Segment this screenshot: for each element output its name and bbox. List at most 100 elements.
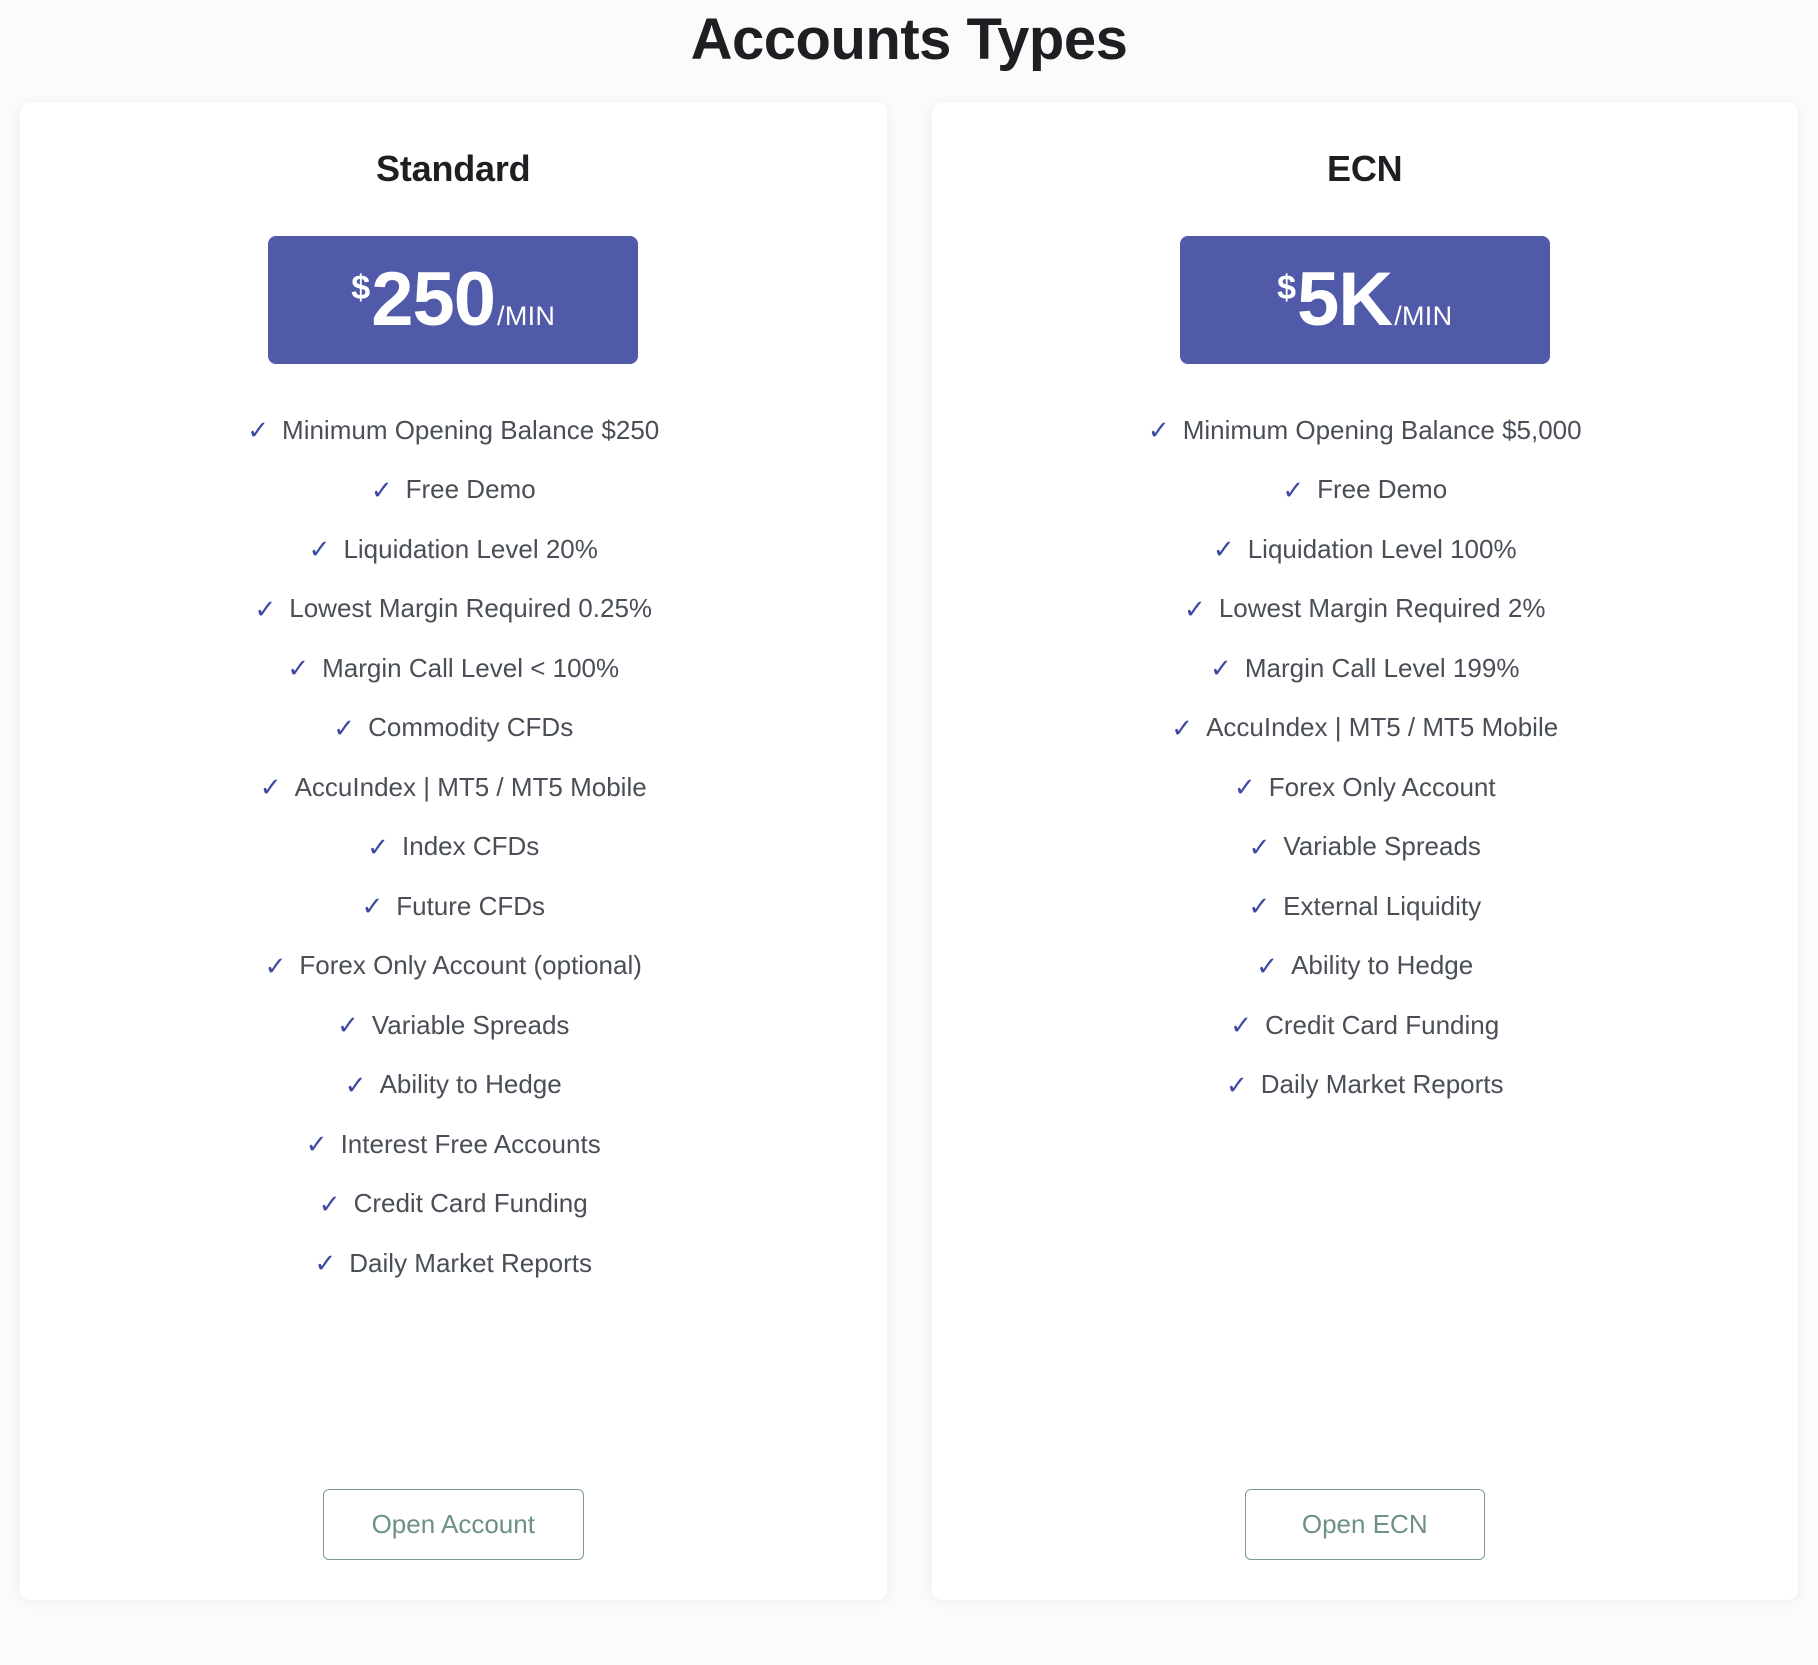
list-item: ✓ Future CFDs	[46, 876, 861, 936]
feature-label: Interest Free Accounts	[340, 1128, 601, 1159]
check-icon: ✓	[333, 712, 356, 743]
feature-label: Credit Card Funding	[1265, 1009, 1500, 1040]
check-icon: ✓	[1210, 653, 1232, 684]
check-icon: ✓	[367, 831, 390, 862]
list-item: ✓ Daily Market Reports	[958, 1055, 1773, 1115]
list-item: ✓ Ability to Hedge	[958, 936, 1773, 996]
price-currency-symbol: $	[1277, 269, 1297, 308]
list-item: ✓ Margin Call Level < 100%	[46, 638, 861, 698]
check-icon: ✓	[337, 1010, 359, 1041]
price-standard: $ 250 /MIN	[351, 262, 555, 338]
open-ecn-button[interactable]: Open ECN	[1244, 1489, 1485, 1561]
feature-list-standard: ✓ Minimum Opening Balance $250 ✓ Free De…	[46, 400, 861, 1293]
list-item: ✓ Liquidation Level 100%	[958, 519, 1773, 579]
pricing-cards-row: Standard $ 250 /MIN ✓ Minimum Opening Ba…	[0, 102, 1818, 1601]
price-badge-ecn: $ 5K /MIN	[1179, 236, 1550, 365]
feature-label: Commodity CFDs	[368, 712, 574, 743]
card-title-standard: Standard	[376, 148, 531, 190]
list-item: ✓ External Liquidity	[958, 876, 1773, 936]
check-icon: ✓	[370, 474, 393, 505]
check-icon: ✓	[1248, 891, 1271, 922]
list-item: ✓ Forex Only Account (optional)	[46, 936, 861, 996]
feature-label: External Liquidity	[1283, 890, 1482, 921]
feature-list-ecn: ✓ Minimum Opening Balance $5,000 ✓ Free …	[958, 400, 1773, 1114]
feature-label: Free Demo	[1317, 474, 1448, 505]
feature-label: Liquidation Level 100%	[1247, 533, 1517, 564]
feature-label: AccuIndex | MT5 / MT5 Mobile	[294, 771, 647, 802]
list-item: ✓ Index CFDs	[46, 817, 861, 877]
feature-label: Lowest Margin Required 2%	[1218, 593, 1546, 624]
page-title: Accounts Types	[690, 7, 1128, 72]
accounts-types-page: Accounts Types Standard $ 250 /MIN ✓ Min…	[0, 0, 1818, 1665]
feature-label: Ability to Hedge	[379, 1069, 562, 1100]
check-icon: ✓	[344, 1069, 367, 1100]
list-item: ✓ Free Demo	[958, 460, 1773, 520]
price-amount: 250	[371, 257, 496, 343]
check-icon: ✓	[1225, 1069, 1248, 1100]
price-period: /MIN	[1394, 301, 1453, 332]
price-ecn: $ 5K /MIN	[1277, 262, 1452, 338]
feature-label: Margin Call Level 199%	[1244, 652, 1520, 683]
feature-label: Forex Only Account	[1268, 771, 1496, 802]
check-icon: ✓	[1171, 712, 1194, 743]
list-item: ✓ Liquidation Level 20%	[46, 519, 861, 579]
list-item: ✓ Ability to Hedge	[46, 1055, 861, 1115]
feature-label: Daily Market Reports	[1260, 1069, 1504, 1100]
feature-label: Liquidation Level 20%	[343, 533, 598, 564]
feature-label: Lowest Margin Required 0.25%	[289, 593, 653, 624]
feature-label: Future CFDs	[396, 890, 546, 921]
list-item: ✓ Lowest Margin Required 0.25%	[46, 579, 861, 639]
list-item: ✓ Minimum Opening Balance $5,000	[958, 400, 1773, 460]
check-icon: ✓	[1282, 474, 1305, 505]
pricing-card-ecn: ECN $ 5K /MIN ✓ Minimum Opening Balance …	[931, 102, 1798, 1601]
check-icon: ✓	[1230, 1010, 1253, 1041]
check-icon: ✓	[264, 950, 287, 981]
check-icon: ✓	[318, 1188, 341, 1219]
feature-label: Variable Spreads	[1283, 831, 1481, 862]
check-icon: ✓	[254, 593, 277, 624]
check-icon: ✓	[1233, 772, 1256, 803]
list-item: ✓ Daily Market Reports	[46, 1233, 861, 1293]
feature-label: Minimum Opening Balance $250	[282, 414, 660, 445]
card-title-ecn: ECN	[1327, 148, 1403, 190]
check-icon: ✓	[305, 1129, 328, 1160]
check-icon: ✓	[1184, 593, 1206, 624]
feature-label: Daily Market Reports	[349, 1247, 593, 1278]
price-badge-standard: $ 250 /MIN	[268, 236, 639, 365]
list-item: ✓ AccuIndex | MT5 / MT5 Mobile	[958, 698, 1773, 758]
pricing-card-standard: Standard $ 250 /MIN ✓ Minimum Opening Ba…	[20, 102, 887, 1601]
price-period: /MIN	[497, 301, 556, 332]
check-icon: ✓	[247, 415, 270, 446]
list-item: ✓ Margin Call Level 199%	[958, 638, 1773, 698]
check-icon: ✓	[1212, 534, 1235, 565]
feature-label: AccuIndex | MT5 / MT5 Mobile	[1206, 712, 1559, 743]
price-currency-symbol: $	[351, 269, 371, 308]
feature-label: Ability to Hedge	[1291, 950, 1474, 981]
list-item: ✓ Minimum Opening Balance $250	[46, 400, 861, 460]
check-icon: ✓	[314, 1248, 337, 1279]
list-item: ✓ Variable Spreads	[958, 817, 1773, 877]
open-account-button[interactable]: Open Account	[322, 1489, 584, 1561]
list-item: ✓ Credit Card Funding	[958, 995, 1773, 1055]
list-item: ✓ Commodity CFDs	[46, 698, 861, 758]
list-item: ✓ Variable Spreads	[46, 995, 861, 1055]
list-item: ✓ Interest Free Accounts	[46, 1114, 861, 1174]
check-icon: ✓	[1147, 415, 1170, 446]
feature-label: Minimum Opening Balance $5,000	[1182, 414, 1582, 445]
list-item: ✓ Forex Only Account	[958, 757, 1773, 817]
check-icon: ✓	[361, 891, 384, 922]
feature-label: Index CFDs	[402, 831, 540, 862]
price-amount: 5K	[1297, 257, 1393, 343]
list-item: ✓ Credit Card Funding	[46, 1174, 861, 1234]
check-icon: ✓	[1248, 831, 1271, 862]
list-item: ✓ AccuIndex | MT5 / MT5 Mobile	[46, 757, 861, 817]
feature-label: Margin Call Level < 100%	[322, 652, 620, 683]
feature-label: Credit Card Funding	[353, 1188, 588, 1219]
feature-label: Variable Spreads	[371, 1009, 570, 1040]
check-icon: ✓	[259, 772, 282, 803]
feature-label: Free Demo	[405, 474, 536, 505]
list-item: ✓ Lowest Margin Required 2%	[958, 579, 1773, 639]
feature-label: Forex Only Account (optional)	[299, 950, 642, 981]
list-item: ✓ Free Demo	[46, 460, 861, 520]
check-icon: ✓	[287, 653, 310, 684]
